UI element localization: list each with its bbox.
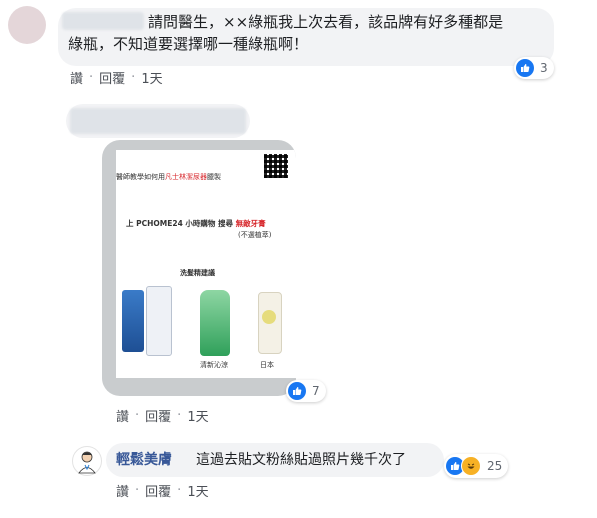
product-caption-right: 日本 <box>260 361 274 369</box>
like-icon <box>288 382 306 400</box>
separator: · <box>135 408 140 423</box>
reaction-summary[interactable]: 7 <box>286 380 326 402</box>
comment-actions: 讚 · 回覆 · 1天 <box>116 406 215 425</box>
product-bottle-blue <box>122 290 144 352</box>
separator: · <box>177 483 182 498</box>
reaction-count: 3 <box>540 61 548 75</box>
timestamp[interactable]: 1天 <box>187 481 208 500</box>
poster-line2: 上 PCHOME24 小時購物 搜尋 無敵牙膏 <box>126 219 266 228</box>
separator: · <box>131 70 136 85</box>
comment-text-line2: 綠瓶，不知道要選擇哪一種綠瓶啊！ <box>68 35 309 53</box>
qr-code-icon <box>264 154 288 178</box>
author-name[interactable] <box>70 108 246 134</box>
poster-sheet: 醫師教學如何用凡士林潔尿器臘製 上 PCHOME24 小時購物 搜尋 無敵牙膏 … <box>116 150 296 378</box>
like-link[interactable]: 讚 <box>116 481 129 500</box>
product-bottle-green <box>200 290 230 356</box>
timestamp[interactable]: 1天 <box>141 68 162 87</box>
reaction-count: 25 <box>487 459 503 473</box>
reply-text: 這過去貼文粉絲貼過照片幾千次了 <box>196 452 406 468</box>
separator: · <box>135 483 140 498</box>
author-name[interactable] <box>62 12 144 30</box>
reply-author[interactable]: 輕鬆美膚 <box>116 449 172 471</box>
reaction-summary[interactable]: 3 <box>514 57 554 79</box>
attached-photo[interactable]: 醫師教學如何用凡士林潔尿器臘製 上 PCHOME24 小時購物 搜尋 無敵牙膏 … <box>102 140 296 396</box>
like-icon <box>516 59 534 77</box>
separator: · <box>89 70 94 85</box>
reply-avatar[interactable] <box>72 446 102 476</box>
poster-section-title: 洗髮精建議 <box>180 269 215 277</box>
separator: · <box>177 408 182 423</box>
doctor-avatar-icon <box>78 451 96 474</box>
reply-link[interactable]: 回覆 <box>145 481 171 500</box>
product-caption-mid: 清新沁涼 <box>200 361 228 369</box>
reaction-count: 7 <box>312 384 320 398</box>
product-bottle-white <box>146 286 172 356</box>
reply-link[interactable]: 回覆 <box>99 68 125 87</box>
poster-line3: (不選植萃) <box>238 231 272 239</box>
product-label <box>262 310 276 324</box>
haha-icon <box>461 456 481 476</box>
reaction-summary[interactable]: 25 <box>444 454 509 478</box>
reply-actions: 讚 · 回覆 · 1天 <box>116 481 215 500</box>
like-link[interactable]: 讚 <box>70 68 83 87</box>
poster-line1: 醫師教學如何用凡士林潔尿器臘製 <box>116 173 221 181</box>
timestamp[interactable]: 1天 <box>187 406 208 425</box>
avatar[interactable] <box>8 6 46 44</box>
like-link[interactable]: 讚 <box>116 406 129 425</box>
comment-actions: 讚 · 回覆 · 1天 <box>70 68 169 87</box>
comment-text-line1: 請問醫生，××綠瓶我上次去看，該品牌有好多種都是 <box>148 13 504 31</box>
reply-link[interactable]: 回覆 <box>145 406 171 425</box>
